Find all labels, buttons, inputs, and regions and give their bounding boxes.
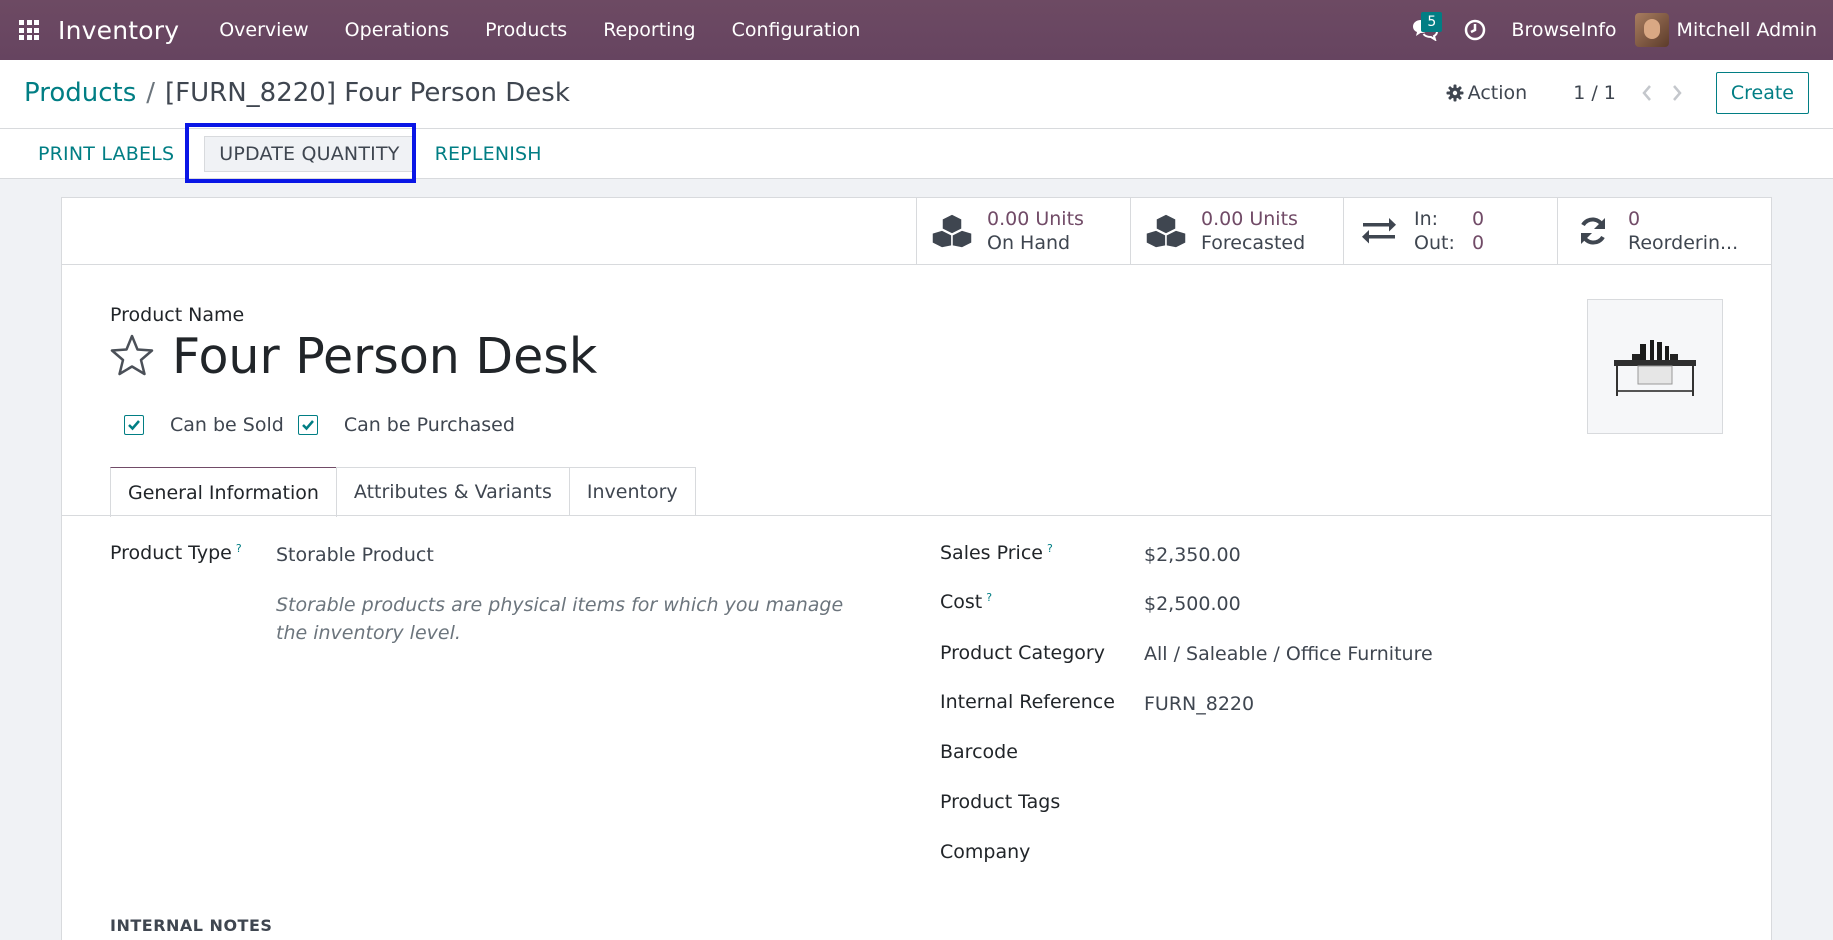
replenish-button[interactable]: REPLENISH — [425, 137, 552, 171]
product-name-title[interactable]: Four Person Desk — [172, 328, 597, 385]
avatar — [1634, 13, 1669, 47]
forecasted-label: Forecasted — [1201, 232, 1306, 254]
product-tags-label: Product Tags — [940, 791, 1061, 813]
company-switcher[interactable]: BrowseInfo — [1497, 19, 1634, 41]
product-form-sheet: 0.00 Units On Hand 0.00 Units Forecasted — [61, 197, 1772, 940]
can-be-purchased-checkbox[interactable] — [297, 415, 318, 435]
forecasted-value: 0.00 Units — [1201, 208, 1298, 230]
menu-reporting[interactable]: Reporting — [585, 0, 713, 60]
pager-next-button[interactable] — [1662, 84, 1692, 102]
reordering-value: 0 — [1628, 208, 1641, 230]
product-category-label: Product Category — [940, 642, 1105, 664]
chat-count-badge: 5 — [1421, 12, 1443, 32]
smart-buttons: 0.00 Units On Hand 0.00 Units Forecasted — [62, 198, 1771, 265]
reordering-label: Reorderin... — [1628, 232, 1739, 254]
chevron-left-icon — [1642, 85, 1651, 101]
can-be-sold-label: Can be Sold — [170, 414, 284, 436]
in-label: In: — [1414, 208, 1439, 230]
breadcrumb-separator: / — [146, 78, 156, 108]
pager-previous-button[interactable] — [1632, 84, 1662, 102]
product-name-label: Product Name — [110, 304, 245, 326]
help-icon[interactable]: ? — [236, 542, 242, 555]
help-icon[interactable]: ? — [986, 591, 992, 604]
internal-notes-heading: INTERNAL NOTES — [110, 916, 273, 935]
can-be-sold-checkbox[interactable] — [124, 415, 144, 435]
on-hand-smart-button[interactable]: 0.00 Units On Hand — [916, 198, 1130, 264]
menu-operations[interactable]: Operations — [327, 0, 467, 60]
breadcrumb-products-link[interactable]: Products — [24, 78, 136, 108]
checkmark-icon — [128, 420, 140, 431]
can-be-purchased-label: Can be Purchased — [343, 414, 515, 436]
refresh-icon — [1581, 217, 1605, 245]
sale-purchase-checkboxes: Can be Sold Can be Purchased — [124, 414, 529, 436]
checkmark-icon — [301, 420, 314, 431]
forecasted-smart-button[interactable]: 0.00 Units Forecasted — [1130, 198, 1343, 264]
barcode-label: Barcode — [940, 741, 1018, 763]
activity-button[interactable] — [1453, 0, 1497, 60]
menu-configuration[interactable]: Configuration — [714, 0, 879, 60]
menu-products[interactable]: Products — [467, 0, 585, 60]
create-button[interactable]: Create — [1715, 72, 1809, 114]
in-out-smart-button[interactable]: In: 0 Out: 0 — [1343, 198, 1557, 264]
action-label: Action — [1467, 82, 1528, 104]
in-value: 0 — [1472, 208, 1485, 230]
breadcrumb-current: [FURN_8220] Four Person Desk — [165, 78, 570, 108]
user-name: Mitchell Admin — [1676, 19, 1817, 41]
tab-general-information[interactable]: General Information — [110, 467, 337, 517]
desk-image — [1614, 339, 1696, 396]
app-name[interactable]: Inventory — [58, 16, 179, 45]
internal-reference-field[interactable]: FURN_8220 — [1144, 693, 1254, 715]
product-type-label: Product Type? — [110, 542, 242, 564]
chevron-right-icon — [1672, 85, 1682, 101]
product-image[interactable] — [1587, 299, 1723, 434]
exchange-arrows-icon — [1362, 218, 1396, 244]
top-navbar: Inventory Overview Operations Products R… — [0, 0, 1833, 60]
tab-inventory[interactable]: Inventory — [568, 467, 696, 515]
tab-attributes-variants[interactable]: Attributes & Variants — [335, 467, 570, 515]
highlight-annotation-box — [185, 123, 416, 183]
product-type-select[interactable]: Storable Product — [276, 544, 434, 566]
form-tabs: General Information Attributes & Variant… — [110, 467, 696, 517]
company-label: Company — [940, 841, 1031, 863]
product-type-hint: Storable products are physical items for… — [276, 594, 844, 644]
apps-menu-icon[interactable] — [0, 0, 58, 60]
reordering-smart-button[interactable]: 0 Reorderin... — [1557, 198, 1771, 264]
pager-value[interactable]: 1 / 1 — [1573, 82, 1616, 104]
cubes-icon — [1145, 213, 1187, 249]
print-labels-button[interactable]: PRINT LABELS — [28, 137, 184, 171]
on-hand-value: 0.00 Units — [987, 208, 1084, 230]
cost-field[interactable]: $2,500.00 — [1144, 593, 1241, 615]
cubes-icon — [931, 213, 973, 249]
out-label: Out: — [1414, 232, 1455, 254]
gear-icon — [1446, 84, 1464, 102]
help-icon[interactable]: ? — [1047, 542, 1053, 555]
product-category-field[interactable]: All / Saleable / Office Furniture — [1144, 643, 1433, 665]
favorite-star-icon[interactable] — [110, 334, 154, 376]
sales-price-field[interactable]: $2,350.00 — [1144, 544, 1241, 566]
on-hand-label: On Hand — [987, 232, 1071, 254]
breadcrumb: Products / [FURN_8220] Four Person Desk — [24, 78, 570, 108]
user-menu[interactable]: Mitchell Admin — [1634, 13, 1833, 47]
cost-label: Cost? — [940, 591, 993, 613]
clock-icon — [1465, 19, 1486, 41]
out-value: 0 — [1472, 232, 1485, 254]
messaging-button[interactable]: 5 — [1397, 0, 1453, 60]
action-menu-button[interactable]: Action — [1446, 82, 1528, 104]
tabs-underline — [62, 515, 1771, 516]
internal-reference-label: Internal Reference — [940, 691, 1115, 713]
sales-price-label: Sales Price? — [940, 542, 1053, 564]
menu-overview[interactable]: Overview — [201, 0, 326, 60]
